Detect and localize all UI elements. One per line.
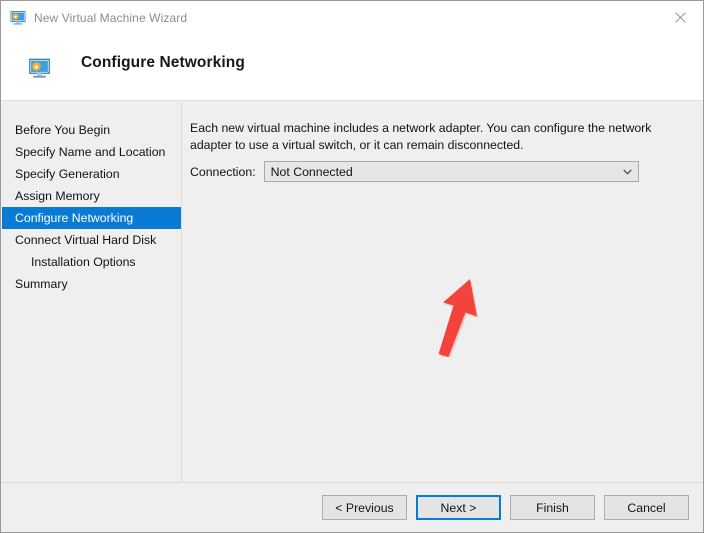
new-virtual-machine-wizard-window: New Virtual Machine Wizard Configure Net… [0, 0, 704, 533]
sidebar-item-connect-virtual-hard-disk[interactable]: Connect Virtual Hard Disk [2, 229, 181, 251]
wizard-main-panel: Each new virtual machine includes a netw… [183, 101, 703, 482]
footer-button-group: < Previous Next > Finish Cancel [322, 495, 689, 520]
wizard-header: Configure Networking [1, 34, 703, 101]
close-button[interactable] [658, 1, 703, 33]
finish-button[interactable]: Finish [510, 495, 595, 520]
next-button[interactable]: Next > [416, 495, 501, 520]
chevron-down-icon [618, 162, 637, 181]
red-arrow-annotation [421, 277, 487, 357]
sidebar-item-configure-networking[interactable]: Configure Networking [2, 207, 181, 229]
connection-row: Connection: Not Connected [190, 161, 639, 182]
sidebar-item-before-you-begin[interactable]: Before You Begin [2, 119, 181, 141]
connection-dropdown[interactable]: Not Connected [264, 161, 639, 182]
cancel-button[interactable]: Cancel [604, 495, 689, 520]
sidebar-item-installation-options[interactable]: Installation Options [2, 251, 181, 273]
wizard-footer: < Previous Next > Finish Cancel [1, 482, 703, 532]
virtual-machine-icon [10, 10, 26, 26]
close-icon [675, 12, 686, 23]
sidebar-item-specify-generation[interactable]: Specify Generation [2, 163, 181, 185]
sidebar-item-summary[interactable]: Summary [2, 273, 181, 295]
wizard-body: Before You Begin Specify Name and Locati… [1, 101, 703, 482]
connection-label: Connection: [190, 165, 256, 179]
title-bar: New Virtual Machine Wizard [1, 1, 703, 34]
description-text: Each new virtual machine includes a netw… [190, 120, 680, 153]
window-title: New Virtual Machine Wizard [34, 11, 187, 25]
connection-selected-value: Not Connected [265, 165, 353, 179]
page-title: Configure Networking [81, 54, 245, 72]
wizard-steps-sidebar: Before You Begin Specify Name and Locati… [2, 101, 182, 482]
sidebar-item-assign-memory[interactable]: Assign Memory [2, 185, 181, 207]
sidebar-item-specify-name-and-location[interactable]: Specify Name and Location [2, 141, 181, 163]
previous-button[interactable]: < Previous [322, 495, 407, 520]
virtual-machine-icon [29, 58, 50, 79]
